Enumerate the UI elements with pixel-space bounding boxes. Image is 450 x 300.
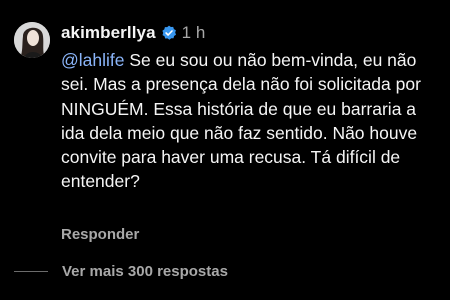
verified-badge-icon: [161, 25, 177, 41]
thread-line: [14, 270, 48, 272]
comment-text: @lahlife Se eu sou ou não bem-vinda, eu …: [61, 48, 441, 194]
mention-link[interactable]: @lahlife: [61, 50, 125, 70]
comment: akimberllya 1 h @lahlife Se eu sou ou nã…: [0, 0, 450, 300]
reply-button[interactable]: Responder: [61, 226, 139, 243]
avatar[interactable]: [14, 22, 50, 58]
comment-header: akimberllya 1 h: [61, 22, 205, 44]
comment-body: Se eu sou ou não bem-vinda, eu não sei. …: [61, 50, 421, 192]
username[interactable]: akimberllya: [61, 23, 156, 43]
view-more-replies-label: Ver mais 300 respostas: [62, 262, 228, 280]
view-more-replies-button[interactable]: Ver mais 300 respostas: [14, 260, 228, 282]
timestamp: 1 h: [181, 23, 206, 42]
